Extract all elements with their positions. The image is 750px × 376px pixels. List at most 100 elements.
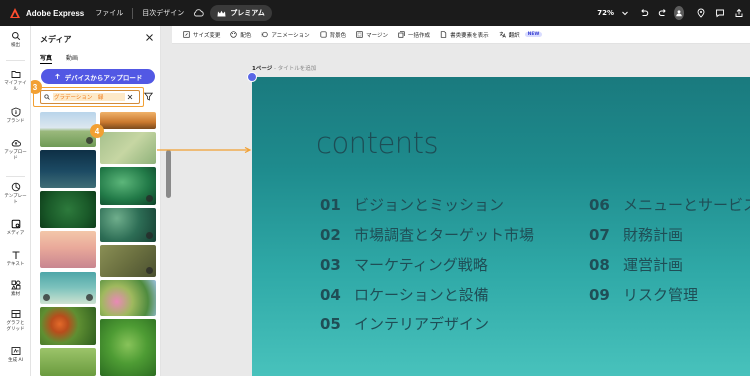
toc-item[interactable]: 04 ロケーションと設備: [320, 284, 489, 305]
page-label[interactable]: 1ページ - タイトルを追加: [252, 64, 316, 72]
media-icon: [11, 219, 20, 229]
media-thumbnail[interactable]: [100, 319, 156, 376]
animation-button[interactable]: アニメーション: [261, 31, 310, 39]
adobe-express-logo-icon[interactable]: [9, 7, 21, 19]
toc-text: マーケティング戦略: [354, 256, 488, 274]
selection-handle[interactable]: [247, 72, 257, 82]
media-thumbnail[interactable]: [40, 231, 96, 268]
media-thumbnail[interactable]: [40, 272, 96, 304]
color-scheme-button[interactable]: 配色: [230, 31, 251, 39]
document-title[interactable]: 目次デザイン: [142, 8, 184, 18]
premium-button[interactable]: プレミアム: [210, 5, 272, 21]
premium-badge-icon: [86, 294, 93, 301]
rail-item-elements[interactable]: 素材: [0, 280, 31, 298]
rail-item-brand[interactable]: B ブランド: [0, 107, 31, 125]
toc-item[interactable]: 08 運営計画: [589, 254, 683, 275]
share-icon[interactable]: [731, 5, 747, 21]
media-thumbnail[interactable]: [100, 112, 156, 129]
rail-item-text[interactable]: テキスト: [0, 250, 31, 268]
page-number: 1ページ: [252, 66, 273, 72]
upload-button-label: デバイスからアップロード: [64, 73, 143, 82]
media-thumbnail[interactable]: [100, 208, 156, 242]
ai-icon: [11, 347, 20, 355]
media-thumbnail[interactable]: [40, 150, 96, 188]
rail-item-my-files[interactable]: マイファイ ル: [0, 69, 31, 93]
left-rail: 検出 マイファイ ル B ブランド アップロー ド テンプレー ト メディア テ…: [0, 26, 31, 376]
translate-button[interactable]: 翻訳 NEW: [499, 31, 543, 39]
close-icon[interactable]: [145, 33, 154, 42]
brand-name: Adobe Express: [26, 8, 85, 18]
toc-item[interactable]: 02 市場調査とターゲット市場: [320, 224, 534, 245]
show-elements-button[interactable]: 書类要素を表示: [440, 31, 489, 39]
clear-icon[interactable]: [127, 94, 133, 100]
media-thumbnail[interactable]: [40, 191, 96, 228]
resize-button[interactable]: サイズ変更: [183, 31, 220, 39]
tab-videos[interactable]: 動画: [66, 53, 78, 64]
toc-item[interactable]: 01 ビジョンとミッション: [320, 194, 504, 215]
animation-label: アニメーション: [271, 32, 310, 39]
grid-icon: [11, 310, 20, 318]
rail-label: アップロー ド: [4, 150, 27, 161]
premium-badge-icon: [86, 137, 93, 144]
rail-item-generative-ai[interactable]: 生成 AI: [0, 346, 31, 364]
comment-icon[interactable]: [712, 5, 728, 21]
file-menu[interactable]: ファイル: [95, 8, 123, 18]
filter-icon[interactable]: [144, 92, 153, 101]
toc-item[interactable]: 05 インテリアデザイン: [320, 313, 489, 334]
slide-canvas[interactable]: contents 01 ビジョンとミッション 02 市場調査とターゲット市場 03 マ…: [252, 77, 750, 376]
slide-title[interactable]: contents: [316, 126, 439, 160]
redo-icon[interactable]: [655, 5, 671, 21]
panel-scrollbar[interactable]: [166, 150, 171, 198]
toc-item[interactable]: 09 リスク管理: [589, 284, 698, 305]
toc-number: 07: [589, 226, 610, 244]
background-color-icon: [320, 31, 327, 38]
toc-text: リスク管理: [623, 286, 699, 304]
template-icon: [11, 182, 20, 192]
tab-photos[interactable]: 写真: [40, 53, 53, 64]
rail-item-templates[interactable]: テンプレー ト: [0, 182, 31, 206]
upload-icon: [11, 140, 21, 147]
margin-icon: [356, 31, 363, 38]
zoom-level[interactable]: 72%: [597, 9, 614, 17]
premium-badge-icon: [146, 267, 153, 274]
rail-item-search[interactable]: 検出: [0, 31, 31, 49]
topbar-right-controls: 72%: [597, 0, 750, 26]
pointer-arrow: [157, 147, 252, 153]
margin-button[interactable]: マージン: [356, 31, 388, 39]
media-thumbnail[interactable]: [100, 132, 156, 164]
premium-label: プレミアム: [230, 9, 265, 17]
toc-text: メニューとサービス: [623, 196, 750, 214]
location-pin-icon[interactable]: [693, 5, 709, 21]
cloud-icon[interactable]: [193, 9, 204, 17]
rail-item-grids[interactable]: グラフと グリッド: [0, 309, 31, 333]
media-thumbnail[interactable]: [40, 112, 96, 147]
media-tabs: 写真 動画: [40, 53, 78, 64]
toc-item[interactable]: 03 マーケティング戦略: [320, 254, 488, 275]
media-thumbnail[interactable]: [100, 167, 156, 205]
undo-icon[interactable]: [636, 5, 652, 21]
media-thumbnail[interactable]: [100, 245, 156, 277]
media-thumbnail[interactable]: [100, 280, 156, 316]
media-thumbnail[interactable]: [40, 348, 96, 376]
chevron-down-icon[interactable]: [617, 5, 633, 21]
bulk-create-button[interactable]: 一括作成: [398, 31, 430, 39]
media-thumbnail[interactable]: [40, 307, 96, 345]
account-avatar[interactable]: [674, 5, 690, 21]
rail-item-upload[interactable]: アップロー ド: [0, 138, 31, 162]
background-color-button[interactable]: 背景色: [320, 31, 346, 39]
step-badge-4: 4: [90, 124, 104, 138]
rail-item-media[interactable]: メディア: [0, 219, 31, 237]
elements-icon: [10, 280, 20, 290]
search-input[interactable]: グラデーション 緑: [40, 90, 140, 104]
rail-label: テンプレー ト: [4, 194, 27, 205]
upload-from-device-button[interactable]: デバイスからアップロード: [41, 69, 155, 84]
toc-number: 01: [320, 196, 341, 214]
svg-text:B: B: [14, 110, 17, 115]
toc-item[interactable]: 07 財務計画: [589, 224, 683, 245]
app-window: Adobe Express ファイル 目次デザイン プレミアム 72% 検出 マ…: [0, 0, 750, 376]
panel-title: メディア: [40, 35, 72, 44]
upload-icon: [54, 73, 60, 79]
toc-number: 06: [589, 196, 610, 214]
toc-number: 03: [320, 256, 341, 274]
toc-item[interactable]: 06 メニューとサービス: [589, 194, 750, 215]
